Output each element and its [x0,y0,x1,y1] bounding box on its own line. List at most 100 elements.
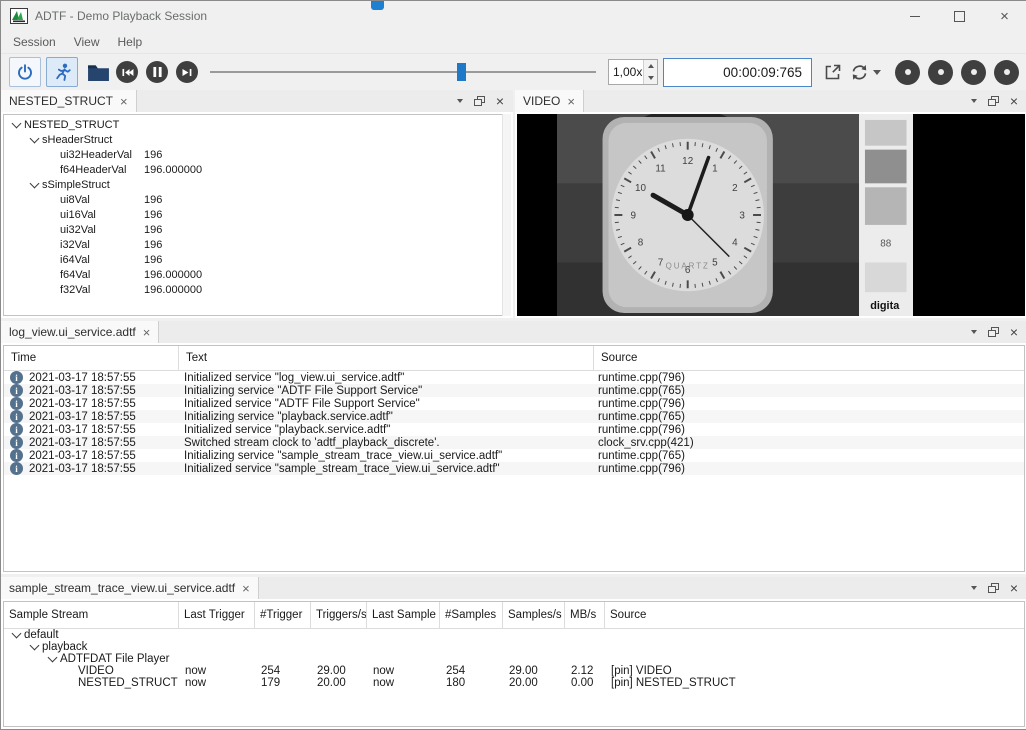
trace-row[interactable]: NESTED_STRUCTnow17920.00now18020.000.00[… [4,677,1024,689]
column-header-source[interactable]: Source [605,602,1024,628]
svg-text:11: 11 [655,163,666,174]
tab-close-icon[interactable]: × [120,95,128,108]
panel-close-icon[interactable]: × [1010,94,1018,108]
float-panel-icon[interactable] [988,96,999,106]
panel-menu-icon[interactable] [971,99,977,103]
vertical-scrollbar[interactable] [502,114,511,316]
tab-close-icon[interactable]: × [567,95,575,108]
expand-chevron-icon[interactable] [26,138,42,142]
float-panel-icon[interactable] [988,583,999,593]
tree-item[interactable]: sHeaderStruct [4,132,510,147]
tab-nested-struct[interactable]: NESTED_STRUCT × [1,90,137,112]
expand-chevron-icon[interactable] [26,183,42,187]
trace-row[interactable]: VIDEOnow25429.00now25429.002.12[pin] VID… [4,665,1024,677]
stream-indicator-button-2[interactable] [928,60,953,85]
tab-log-view[interactable]: log_view.ui_service.adtf × [1,321,159,343]
float-panel-icon[interactable] [474,96,485,106]
nested-struct-body: NESTED_STRUCTsHeaderStructui32HeaderVal1… [1,112,513,318]
expand-chevron-icon[interactable] [8,633,24,637]
panel-menu-icon[interactable] [971,586,977,590]
tree-item[interactable]: i32Val196 [4,237,510,252]
column-header-mb-per-s[interactable]: MB/s [565,602,605,628]
panel-close-icon[interactable]: × [496,94,504,108]
tree-item[interactable]: i64Val196 [4,252,510,267]
trace-row[interactable]: playback [4,641,1024,653]
log-row[interactable]: i2021-03-17 18:57:55Initialized service … [4,397,1024,410]
speed-increase-button[interactable] [644,60,657,72]
slider-handle[interactable] [457,63,466,81]
trace-cell: 254 [255,665,311,677]
trace-row[interactable]: default [4,629,1024,641]
expand-chevron-icon[interactable] [44,657,60,661]
column-header-text[interactable]: Text [179,346,594,370]
tree-item[interactable]: ui32Val196 [4,222,510,237]
tree-item[interactable]: f32Val196.000000 [4,282,510,297]
tree-item[interactable]: NESTED_STRUCT [4,117,510,132]
slider-track[interactable] [210,71,596,73]
jump-to-end-button[interactable] [176,61,198,83]
stream-indicator-button-4[interactable] [994,60,1019,85]
panel-menu-icon[interactable] [971,330,977,334]
jump-to-start-button[interactable] [116,61,138,83]
tree-item[interactable]: ui32HeaderVal196 [4,147,510,162]
info-icon: i [10,397,23,410]
log-text-cell: Initialized service "ADTF File Support S… [177,398,591,410]
detach-player-button[interactable] [820,59,846,85]
column-header-samples-per-s[interactable]: Samples/s [503,602,565,628]
log-row[interactable]: i2021-03-17 18:57:55Initialized service … [4,462,1024,475]
trace-panel-header: sample_stream_trace_view.ui_service.adtf… [1,577,1026,599]
log-row[interactable]: i2021-03-17 18:57:55Initialized service … [4,371,1024,384]
loop-playback-button[interactable] [849,63,881,82]
column-header-num-trigger[interactable]: #Trigger [255,602,311,628]
panel-close-icon[interactable]: × [1010,581,1018,595]
menu-session[interactable]: Session [4,33,65,51]
menu-view[interactable]: View [65,33,109,51]
tree-item[interactable]: ui8Val196 [4,192,510,207]
tree-item[interactable]: f64HeaderVal196.000000 [4,162,510,177]
close-button[interactable]: × [982,1,1026,31]
titlebar[interactable]: ADTF - Demo Playback Session × [1,1,1026,31]
column-header-last-sample[interactable]: Last Sample [367,602,440,628]
tree-item[interactable]: ui16Val196 [4,207,510,222]
open-file-button[interactable] [87,63,110,82]
tab-trace-view[interactable]: sample_stream_trace_view.ui_service.adtf… [1,577,259,599]
log-row[interactable]: i2021-03-17 18:57:55Initializing service… [4,410,1024,423]
tree-item[interactable]: f64Val196.000000 [4,267,510,282]
trace-row[interactable]: ADTFDAT File Player [4,653,1024,665]
speed-decrease-button[interactable] [644,72,657,84]
column-header-last-trigger[interactable]: Last Trigger [179,602,255,628]
panel-menu-icon[interactable] [457,99,463,103]
menu-help[interactable]: Help [109,33,152,51]
stream-indicator-button-1[interactable] [895,60,920,85]
expand-chevron-icon[interactable] [26,645,42,649]
loop-dropdown-icon[interactable] [873,70,881,75]
float-panel-icon[interactable] [988,327,999,337]
stream-indicator-button-3[interactable] [961,60,986,85]
speed-spinbox[interactable]: 1,00x [608,59,658,85]
column-header-num-samples[interactable]: #Samples [440,602,503,628]
svg-text:10: 10 [635,183,647,194]
log-row[interactable]: i2021-03-17 18:57:55Switched stream cloc… [4,436,1024,449]
minimize-button[interactable] [892,1,937,31]
pause-button[interactable] [146,61,168,83]
tree-item[interactable]: sSimpleStruct [4,177,510,192]
column-header-source[interactable]: Source [594,346,1024,370]
maximize-button[interactable] [937,1,982,31]
panel-close-icon[interactable]: × [1010,325,1018,339]
log-row[interactable]: i2021-03-17 18:57:55Initialized service … [4,423,1024,436]
column-header-time[interactable]: Time [4,346,179,370]
tab-close-icon[interactable]: × [143,326,151,339]
svg-text:3: 3 [739,210,745,221]
column-header-triggers-per-s[interactable]: Triggers/s [311,602,367,628]
run-session-button[interactable] [46,57,78,87]
playback-time-field[interactable]: 00:00:09:765 [663,58,812,87]
expand-chevron-icon[interactable] [8,123,24,127]
svg-text:9: 9 [630,210,636,221]
log-row[interactable]: i2021-03-17 18:57:55Initializing service… [4,449,1024,462]
playback-position-slider[interactable] [210,61,596,83]
tab-video[interactable]: VIDEO × [515,90,584,112]
column-header-sample-stream[interactable]: Sample Stream [4,602,179,628]
tab-close-icon[interactable]: × [242,582,250,595]
log-row[interactable]: i2021-03-17 18:57:55Initializing service… [4,384,1024,397]
session-power-button[interactable] [9,57,41,87]
